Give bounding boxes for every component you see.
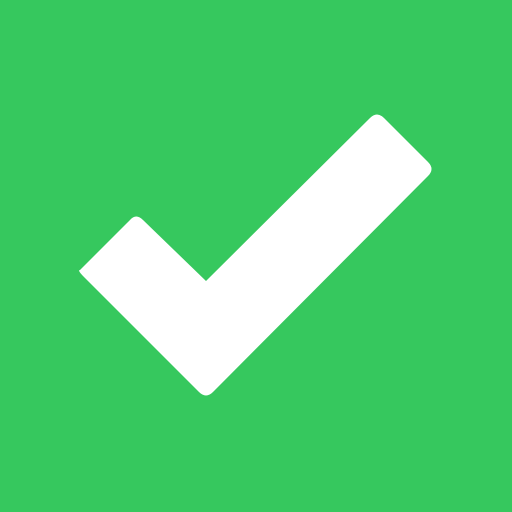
checkmark-shape (79, 114, 432, 396)
checkmark-tile (0, 0, 512, 512)
checkmark-icon (79, 114, 432, 396)
